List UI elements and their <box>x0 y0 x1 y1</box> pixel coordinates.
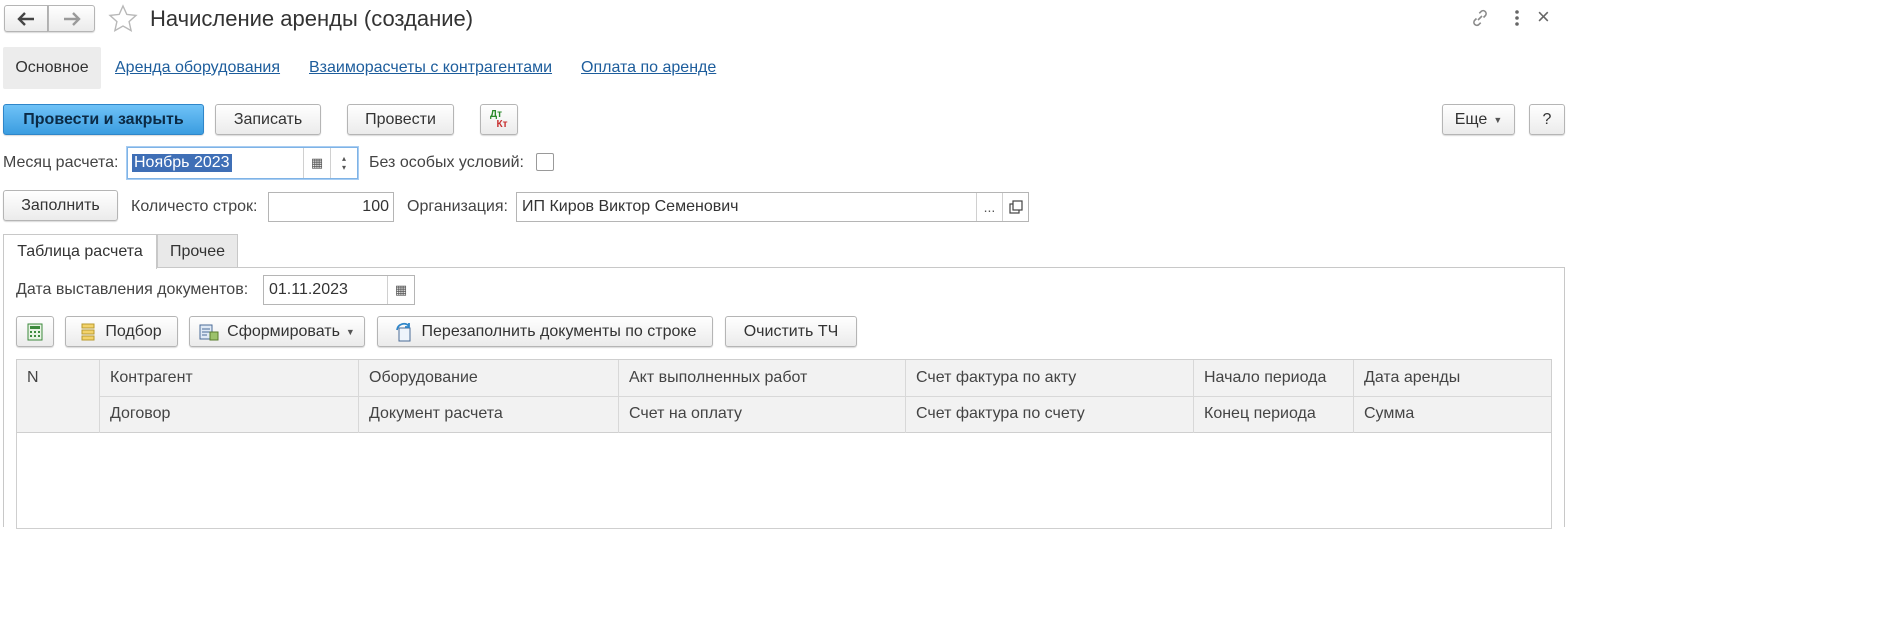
post-label: Провести <box>365 110 436 128</box>
pick-label: Подбор <box>105 322 162 340</box>
col-rent-date[interactable]: Дата аренды <box>1364 369 1460 387</box>
generate-label: Сформировать <box>227 322 340 340</box>
post-and-close-label: Провести и закрыть <box>23 110 184 128</box>
col-invoice-bill[interactable]: Счет фактура по счету <box>916 405 1085 423</box>
generate-button[interactable]: Сформировать ▼ <box>189 316 365 347</box>
calculator-icon <box>27 323 43 340</box>
col-counterparty[interactable]: Контрагент <box>110 369 193 387</box>
clear-table-button[interactable]: Очистить ТЧ <box>725 316 857 347</box>
help-button[interactable]: ? <box>1529 104 1565 135</box>
dt-label: Дт <box>489 108 502 120</box>
chevron-down-icon: ▼ <box>1493 114 1503 125</box>
nav-item-main-label: Основное <box>15 59 89 76</box>
calendar-icon[interactable]: ▦ <box>303 148 330 178</box>
spin-down-icon[interactable]: ▾ <box>342 163 346 172</box>
help-label: ? <box>1542 110 1552 128</box>
page-title: Начисление аренды (создание) <box>150 6 474 31</box>
col-calc-document[interactable]: Документ расчета <box>369 405 503 423</box>
no-special-label: Без особых условий: <box>369 154 524 171</box>
arrow-left-icon <box>17 11 34 26</box>
month-value: Ноябрь 2023 <box>132 154 232 172</box>
open-icon[interactable] <box>1002 193 1028 221</box>
favorite-star-icon[interactable] <box>107 3 139 35</box>
refill-icon <box>395 322 411 341</box>
list-icon <box>81 323 95 340</box>
rows-label: Количесто строк: <box>131 198 258 215</box>
tab-other[interactable]: Прочее <box>157 234 238 268</box>
doc-date-value: 01.11.2023 <box>269 281 348 298</box>
calendar-icon[interactable]: ▦ <box>387 276 414 304</box>
calculator-button[interactable] <box>16 316 54 347</box>
dt-kt-button[interactable]: Дт Кт <box>480 104 518 135</box>
kt-label: Кт <box>496 118 508 130</box>
organization-value: ИП Киров Виктор Семенович <box>522 198 739 215</box>
doc-date-label: Дата выставления документов: <box>16 281 249 298</box>
back-button[interactable] <box>4 5 48 32</box>
col-amount[interactable]: Сумма <box>1364 405 1414 423</box>
nav-link-settlements[interactable]: Взаиморасчеты с контрагентами <box>309 59 552 77</box>
month-field[interactable]: Ноябрь 2023 ▦ ▴ ▾ <box>127 147 358 179</box>
tab-calc-table[interactable]: Таблица расчета <box>3 234 157 269</box>
no-special-checkbox[interactable] <box>536 153 554 171</box>
post-button[interactable]: Провести <box>347 104 454 135</box>
clear-table-label: Очистить ТЧ <box>743 322 839 340</box>
pick-button[interactable]: Подбор <box>65 316 178 347</box>
spin-up-icon[interactable]: ▴ <box>342 154 346 163</box>
tab-calc-table-label: Таблица расчета <box>17 243 143 260</box>
nav-item-main[interactable]: Основное <box>3 47 101 89</box>
col-act[interactable]: Акт выполненных работ <box>629 369 807 387</box>
kebab-icon[interactable] <box>1510 8 1524 28</box>
col-payment-invoice[interactable]: Счет на оплату <box>629 405 742 423</box>
nav-link-equipment-rent[interactable]: Аренда оборудования <box>115 59 280 77</box>
month-spin-control[interactable]: ▴ ▾ <box>330 148 357 178</box>
link-icon[interactable] <box>1468 6 1492 30</box>
organization-field[interactable]: ИП Киров Виктор Семенович ... <box>516 192 1029 222</box>
col-contract[interactable]: Договор <box>110 405 170 423</box>
col-period-start[interactable]: Начало периода <box>1204 369 1326 387</box>
col-period-end[interactable]: Конец периода <box>1204 405 1316 423</box>
save-label: Записать <box>233 110 303 128</box>
arrow-right-icon <box>63 11 81 26</box>
nav-link-rent-payment[interactable]: Оплата по аренде <box>581 59 716 77</box>
fill-button[interactable]: Заполнить <box>3 190 118 221</box>
refill-button[interactable]: Перезаполнить документы по строке <box>377 316 713 347</box>
doc-date-field[interactable]: 01.11.2023 ▦ <box>263 275 415 305</box>
col-invoice-act[interactable]: Счет фактура по акту <box>916 369 1076 387</box>
forward-button[interactable] <box>48 5 95 32</box>
fill-label: Заполнить <box>21 196 100 214</box>
col-equipment[interactable]: Оборудование <box>369 369 478 387</box>
select-button[interactable]: ... <box>976 193 1002 221</box>
month-label: Месяц расчета: <box>3 154 119 171</box>
dt-kt-icon: Дт Кт <box>489 108 508 130</box>
close-icon[interactable]: × <box>1537 4 1550 30</box>
more-button[interactable]: Еще ▼ <box>1442 104 1515 135</box>
more-label: Еще <box>1454 110 1488 128</box>
rows-count-value: 100 <box>362 198 389 215</box>
col-n[interactable]: N <box>27 369 39 387</box>
save-button[interactable]: Записать <box>215 104 321 135</box>
post-and-close-button[interactable]: Провести и закрыть <box>3 104 204 135</box>
generate-icon <box>199 324 219 340</box>
calc-table[interactable]: N Контрагент Оборудование Акт выполненны… <box>16 359 1552 529</box>
chevron-down-icon: ▼ <box>345 326 355 337</box>
org-label: Организация: <box>407 198 508 215</box>
refill-label: Перезаполнить документы по строке <box>421 322 697 340</box>
rows-count-field[interactable]: 100 <box>268 192 394 222</box>
tab-other-label: Прочее <box>169 242 226 260</box>
